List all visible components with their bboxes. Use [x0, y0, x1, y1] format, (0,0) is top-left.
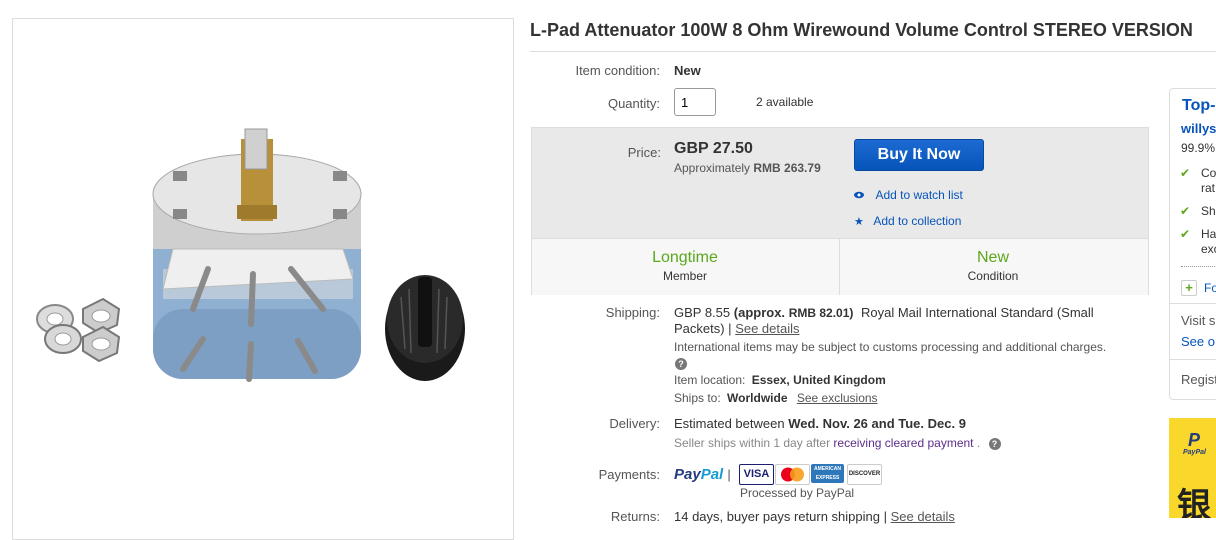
register-link[interactable]: Regist	[1181, 372, 1216, 387]
shipping-line1: GBP 8.55 (approx. RMB 82.01) Royal Mail …	[674, 305, 1094, 320]
quantity-input[interactable]	[674, 88, 716, 116]
delivery-prefix: Estimated between	[674, 416, 785, 431]
knob-icon	[385, 275, 465, 381]
buy-it-now-button[interactable]: Buy It Now	[854, 139, 984, 171]
seller-ships-period: .	[976, 436, 981, 450]
badge-divider	[839, 239, 840, 295]
shipping-service-cont: Packets) |	[674, 321, 732, 336]
collection-link[interactable]: ★ Add to collection	[854, 212, 961, 230]
badges-row: Longtime Member New Condition	[532, 238, 1148, 295]
returns-details-link[interactable]: See details	[891, 509, 955, 524]
follow-link[interactable]: Fo	[1204, 281, 1216, 295]
price-box: Price: GBP 27.50 Approximately RMB 263.7…	[531, 127, 1149, 295]
condition-label: Item condition:	[575, 63, 660, 78]
payments-label: Payments:	[598, 467, 660, 482]
see-other-items-link[interactable]: See o	[1181, 334, 1215, 349]
star-icon: ★	[854, 216, 864, 228]
available-count: 2 available	[756, 95, 814, 109]
seller-point-3: Ha	[1201, 227, 1216, 241]
mastercard-icon	[775, 464, 810, 485]
returns-text: 14 days, buyer pays return shipping |	[674, 509, 887, 524]
check-icon: ✔	[1180, 204, 1191, 218]
delivery-estimate: Estimated between Wed. Nov. 26 and Tue. …	[674, 416, 966, 431]
delivery-label: Delivery:	[609, 416, 660, 431]
item-location: Item location: Essex, United Kingdom	[674, 373, 886, 387]
shipping-service: Royal Mail International Standard (Small	[861, 305, 1094, 320]
check-icon: ✔	[1180, 166, 1191, 180]
returns-info: 14 days, buyer pays return shipping | Se…	[674, 509, 955, 524]
watch-list-label[interactable]: Add to watch list	[875, 188, 962, 202]
help-icon[interactable]: ?	[988, 437, 1001, 450]
seller-panel: Top- willys 99.9% ✔ Co rat ✔ Sh ✔ Ha exc…	[1169, 88, 1216, 400]
ships-to-value: Worldwide	[727, 391, 788, 405]
product-image[interactable]	[13, 19, 513, 519]
seller-divider	[1181, 266, 1216, 267]
location-label: Item location:	[674, 373, 746, 387]
shipping-approx-rmb: RMB 82.01)	[788, 306, 854, 320]
badge-new-subtitle: Condition	[967, 269, 1019, 283]
exclusions-link[interactable]: See exclusions	[797, 391, 878, 405]
eye-icon	[854, 186, 864, 204]
visa-icon: VISA	[739, 464, 774, 485]
discover-icon: DISCOVER	[847, 464, 882, 485]
seller-username[interactable]: willys	[1181, 121, 1216, 136]
seller-point-1b: rat	[1201, 181, 1216, 195]
delivery-dates: Wed. Nov. 26 and Tue. Dec. 9	[788, 416, 966, 431]
washer-icon	[36, 297, 121, 363]
customs-help[interactable]: ?	[675, 355, 687, 373]
quantity-label: Quantity:	[607, 96, 660, 111]
potentiometer-body	[152, 128, 362, 382]
shipping-approx: (approx.	[733, 305, 786, 320]
price-label: Price:	[627, 145, 661, 160]
product-image-frame[interactable]	[12, 18, 514, 540]
seller-ships-note: Seller ships within 1 day after receivin…	[674, 436, 1001, 450]
collection-label[interactable]: Add to collection	[873, 214, 961, 228]
seller-point-1: Co	[1201, 166, 1216, 180]
help-icon[interactable]: ?	[675, 357, 687, 370]
card-logos: VISA AMERICAN EXPRESS DISCOVER	[739, 463, 882, 485]
title-divider	[530, 51, 1216, 52]
cleared-payment-link[interactable]: receiving cleared payment	[833, 436, 973, 450]
paypal-logo: PayPal |	[674, 466, 731, 483]
price-value: GBP 27.50	[674, 140, 753, 157]
approx-value: RMB 263.79	[753, 161, 821, 175]
seller-point-3b: exc	[1201, 242, 1216, 256]
amex-icon: AMERICAN EXPRESS	[811, 464, 844, 483]
plus-icon[interactable]: +	[1181, 280, 1197, 296]
condition-value: New	[674, 63, 701, 78]
badge-longtime-title: Longtime	[652, 249, 718, 266]
seller-heading[interactable]: Top-	[1182, 97, 1215, 115]
shipping-cost: GBP 8.55	[674, 305, 731, 320]
badge-new-title: New	[976, 249, 1009, 266]
paypal-p-icon: P	[1188, 430, 1201, 450]
shipping-details-link[interactable]: See details	[735, 321, 799, 336]
paypal-ad-banner[interactable]: P PayPal 银	[1169, 418, 1216, 518]
ad-paypal-text: PayPal	[1183, 449, 1206, 456]
seller-ships-text: Seller ships within 1 day after	[674, 436, 831, 450]
seller-divider-2	[1170, 303, 1216, 304]
location-value: Essex, United Kingdom	[751, 373, 886, 387]
ships-to-label: Ships to:	[674, 391, 721, 405]
shipping-label: Shipping:	[605, 305, 660, 320]
seller-point-2: Sh	[1201, 204, 1216, 218]
check-icon: ✔	[1180, 227, 1191, 241]
customs-note: International items may be subject to cu…	[674, 340, 1107, 354]
processed-by: Processed by PayPal	[740, 486, 855, 500]
approx-prefix: Approximately	[674, 161, 751, 175]
seller-divider-3	[1170, 359, 1216, 360]
badge-longtime-subtitle: Member	[662, 269, 707, 283]
page-title: L-Pad Attenuator 100W 8 Ohm Wirewound Vo…	[530, 20, 1193, 40]
approx-price: Approximately RMB 263.79	[674, 161, 821, 175]
returns-label: Returns:	[610, 509, 660, 524]
watch-list-link[interactable]: Add to watch list	[854, 186, 963, 204]
shipping-line2: Packets) | See details	[674, 321, 800, 336]
visit-store-link[interactable]: Visit s	[1181, 313, 1215, 328]
ad-chinese-text: 银	[1177, 487, 1211, 518]
ships-to: Ships to: Worldwide See exclusions	[674, 391, 878, 405]
seller-feedback: 99.9%	[1181, 141, 1216, 155]
